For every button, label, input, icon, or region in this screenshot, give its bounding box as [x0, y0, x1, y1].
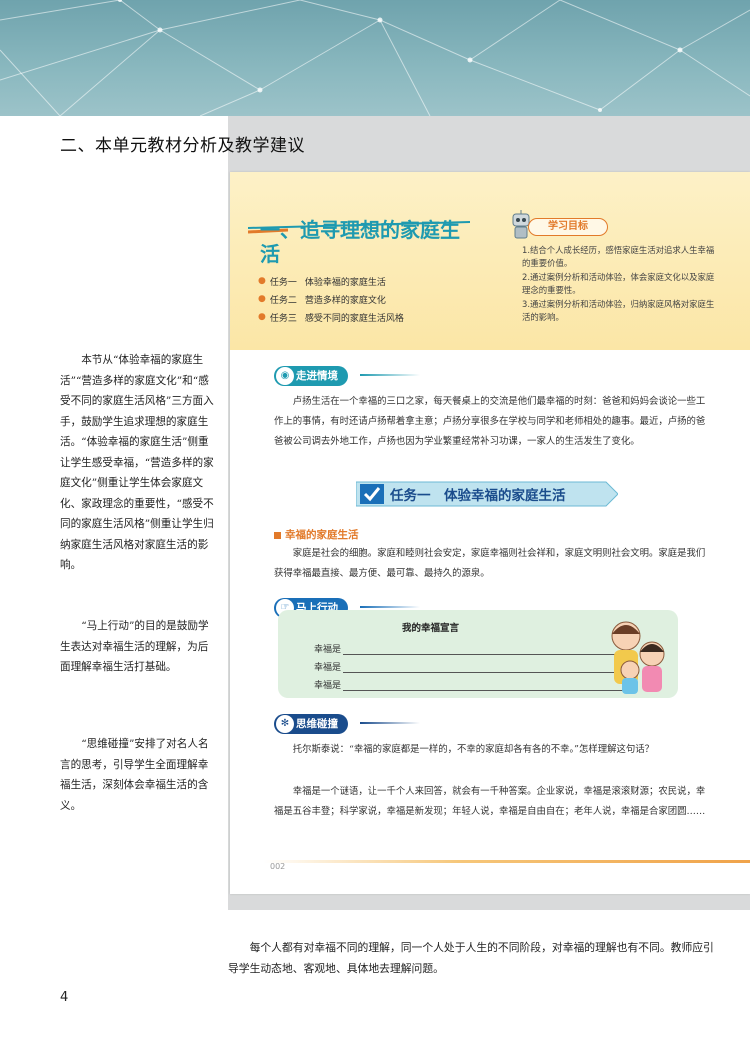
- goal-item: 2.通过案例分析和活动体验，体会家庭文化以及家庭理念的重要性。: [522, 272, 715, 295]
- lesson-header: 一、追寻理想的家庭生活 ● 任务一 体验幸福的家庭生活 ● 任务二 营造多样的家…: [230, 172, 750, 350]
- bullet-icon: ●: [258, 294, 266, 304]
- paragraph-happiness: 幸福是一个谜语，让一千个人来回答，就会有一千种答案。企业家说，幸福是滚滚财源；农…: [274, 786, 706, 817]
- fill-in-line[interactable]: 幸福是: [314, 642, 624, 655]
- think-question: 托尔斯泰说：“幸福的家庭都是一样的，不幸的家庭却各有各的不幸。”怎样理解这句话？: [292, 744, 654, 755]
- bullet-icon: ●: [258, 312, 266, 322]
- blank-rule: [343, 654, 624, 655]
- lesson-title: 一、追寻理想的家庭生活: [260, 218, 460, 266]
- section-title: 二、本单元教材分析及教学建议: [60, 136, 305, 156]
- bottom-paragraph: 每个人都有对幸福不同的理解，同一个人处于人生的不同阶段，对幸福的理解也有不同。教…: [228, 941, 714, 975]
- paragraph-family: 家庭是社会的细胞。家庭和睦则社会安定，家庭幸福则社会祥和，家庭文明则社会文明。家…: [274, 548, 706, 579]
- task-item: ● 任务一 体验幸福的家庭生活: [258, 276, 386, 288]
- intro-badge: ◉ 走进情境: [274, 366, 348, 386]
- teaching-note-2: “马上行动”的目的是鼓励学生表达对幸福生活的理解，为后面理解幸福生活打基础。: [60, 620, 209, 673]
- task-banner-title: 任务一 体验幸福的家庭生活: [390, 488, 566, 504]
- learning-goals-list: 1.结合个人成长经历，感悟家庭生活对追求人生幸福的重要价值。 2.通过案例分析和…: [522, 244, 722, 325]
- network-pattern-icon: [0, 0, 750, 116]
- badge-tail: [360, 722, 420, 724]
- fill-in-line[interactable]: 幸福是: [314, 678, 624, 691]
- subsection-heading: 幸福的家庭生活: [274, 527, 359, 542]
- declaration-title: 我的幸福宣言: [402, 623, 460, 634]
- pinwheel-icon: ✻: [276, 715, 294, 733]
- textbook-page: 一、追寻理想的家庭生活 ● 任务一 体验幸福的家庭生活 ● 任务二 营造多样的家…: [230, 172, 750, 894]
- task-item: ● 任务三 感受不同的家庭生活风格: [258, 312, 404, 324]
- goal-item: 3.通过案例分析和活动体验，归纳家庭风格对家庭生活的影响。: [522, 299, 715, 322]
- teaching-note-1: 本节从“体验幸福的家庭生活”“营造多样的家庭文化”和“感受不同的家庭生活风格”三…: [60, 354, 214, 571]
- learning-goals-label: 学习目标: [528, 218, 608, 236]
- badge-tail: [360, 374, 420, 376]
- badge-tail: [360, 606, 420, 608]
- think-badge: ✻ 思维碰撞: [274, 714, 348, 734]
- task-item: ● 任务二 营造多样的家庭文化: [258, 294, 386, 306]
- location-pin-icon: ◉: [276, 367, 294, 385]
- intro-text: 卢扬生活在一个幸福的三口之家，每天餐桌上的交流是他们最幸福的时刻：爸爸和妈妈会谈…: [274, 396, 706, 447]
- page-number: 4: [60, 990, 69, 1005]
- bullet-icon: ●: [258, 276, 266, 286]
- blank-rule: [343, 690, 624, 691]
- fill-in-line[interactable]: 幸福是: [314, 660, 624, 673]
- footer-rule: [264, 860, 750, 863]
- goal-item: 1.结合个人成长经历，感悟家庭生活对追求人生幸福的重要价值。: [522, 245, 715, 268]
- header-banner: [0, 0, 750, 116]
- textbook-page-number: 002: [270, 862, 286, 871]
- blank-rule: [343, 672, 624, 673]
- teaching-note-3: “思维碰撞”安排了对名人名言的思考，引导学生全面理解幸福生活，深刻体会幸福生活的…: [60, 738, 209, 812]
- family-illustration-icon: [611, 621, 665, 694]
- square-bullet-icon: [274, 531, 281, 539]
- task-list: ● 任务一 体验幸福的家庭生活 ● 任务二 营造多样的家庭文化 ● 任务三 感受…: [258, 272, 404, 326]
